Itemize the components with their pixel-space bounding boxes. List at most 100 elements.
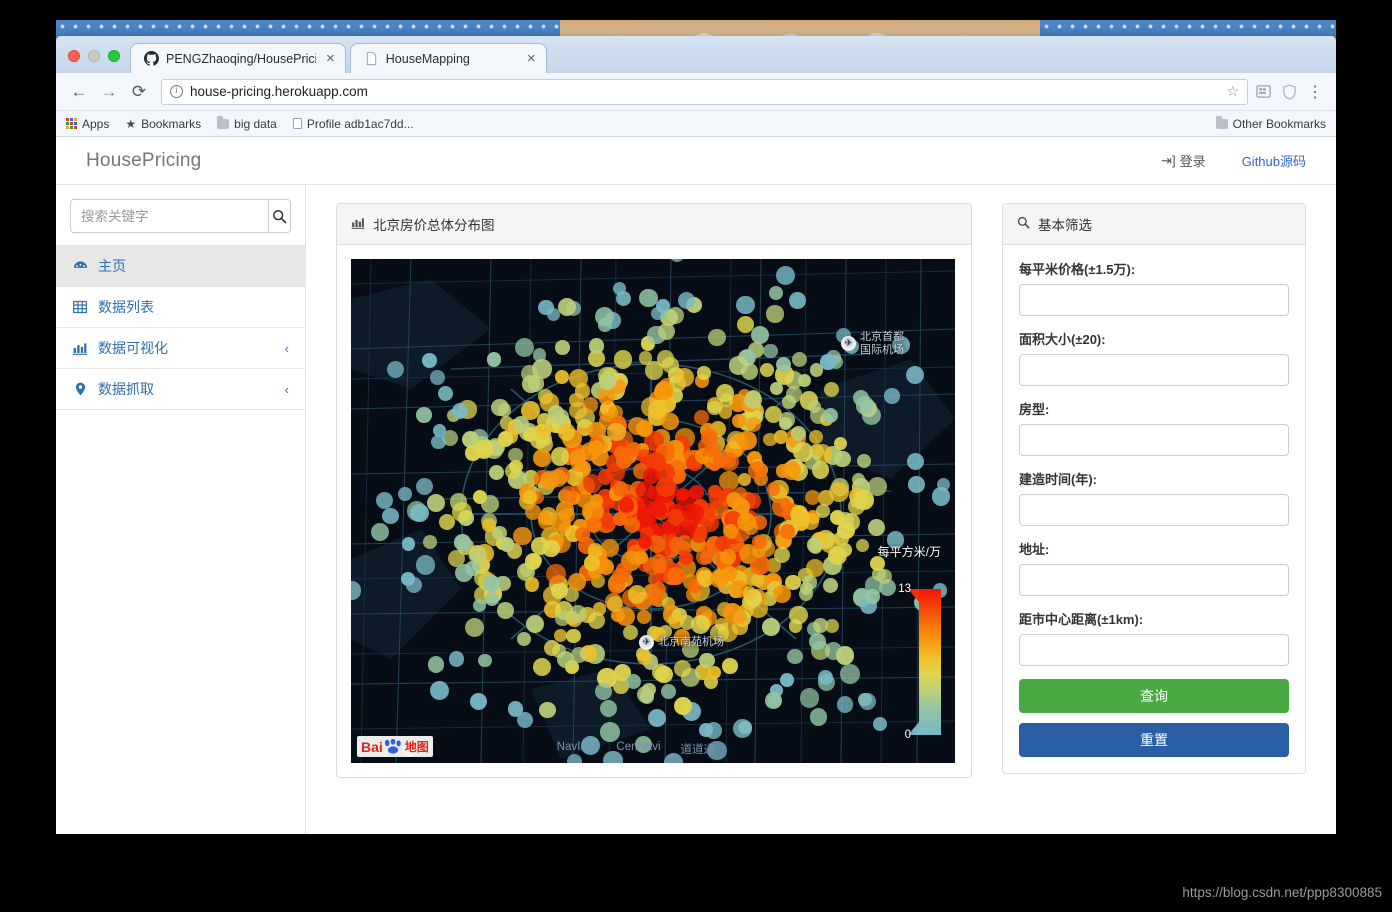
bookmark-profile[interactable]: Profile adb1ac7dd... — [292, 117, 414, 131]
filter-panel-header: 基本筛选 — [1003, 204, 1305, 245]
folder-icon — [1215, 116, 1228, 129]
maximize-window-button[interactable] — [108, 50, 120, 62]
apps-grid-icon — [66, 118, 77, 129]
map-label-nanyuan-airport-text: 北京南苑机场 — [658, 636, 724, 649]
bookmark-star-icon[interactable]: ☆ — [1226, 83, 1239, 100]
distance-to-center-input[interactable] — [1019, 634, 1289, 666]
field-price-per-sqm-label: 每平米价格(±1.5万): — [1019, 262, 1136, 277]
legend-title: 每平方米/万 — [877, 545, 941, 559]
field-distance-to-center-label: 距市中心距离(±1km): — [1019, 612, 1144, 627]
sign-in-icon: ⇥] — [1161, 152, 1176, 168]
bookmark-apps-label: Apps — [82, 116, 110, 131]
folder-icon — [217, 116, 230, 129]
site-brand[interactable]: HousePricing — [86, 150, 201, 172]
bookmark-apps[interactable]: Apps — [66, 117, 109, 131]
dashboard-icon — [72, 260, 88, 273]
sidebar-search — [56, 185, 305, 245]
browser-toolbar: ← → ⟳ i house-pricing.herokuapp.com ☆ ⋮ — [56, 73, 1336, 111]
address-bar[interactable]: i house-pricing.herokuapp.com ☆ — [161, 78, 1248, 105]
reset-button[interactable]: 重置 — [1019, 723, 1289, 757]
login-label: 登录 — [1179, 154, 1206, 169]
field-area-size-label: 面积大小(±20): — [1019, 332, 1106, 347]
baidu-logo-text: Bai — [361, 738, 383, 755]
browser-tab-1-title: PENGZhaoqing/HousePricing — [166, 51, 316, 66]
sidebar-item-visualization[interactable]: 数据可视化 ‹ — [56, 327, 305, 368]
star-icon: ★ — [125, 116, 137, 131]
baidu-map-logo[interactable]: Bai 地图 — [357, 736, 433, 757]
search-icon — [1017, 216, 1030, 232]
table-icon — [72, 300, 88, 314]
site-info-icon[interactable]: i — [170, 85, 183, 98]
bookmark-bookmarks[interactable]: ★ Bookmarks — [125, 117, 201, 131]
field-address: 地址: — [1019, 539, 1289, 596]
github-icon — [144, 51, 159, 66]
login-link[interactable]: ⇥] 登录 — [1161, 151, 1206, 170]
browser-window: PENGZhaoqing/HousePricing × HouseMapping… — [56, 36, 1336, 834]
reload-icon[interactable]: ⟳ — [126, 79, 152, 105]
map-label-capital-airport: ✈ 北京首都 国际机场 — [841, 331, 904, 356]
map-attribution: NavInfo CenNavi 道道通 — [557, 741, 955, 757]
field-house-type-label: 房型: — [1019, 402, 1050, 417]
browser-tab-2[interactable]: HouseMapping × — [349, 43, 547, 73]
filter-panel: 基本筛选 每平米价格(±1.5万): 面积大小(±20): 房型: 建造时间(年… — [1002, 203, 1306, 774]
apps-grid-icon[interactable] — [1252, 81, 1274, 103]
browser-tab-1-close-icon[interactable]: × — [326, 51, 335, 66]
price-per-sqm-input[interactable] — [1019, 284, 1289, 316]
minimize-window-button[interactable] — [88, 50, 100, 62]
page-watermark: https://blog.csdn.net/ppp8300885 — [1182, 885, 1382, 900]
sidebar-item-data-crawl-label: 数据抓取 — [98, 381, 154, 397]
page-body: 主页 数据列表 数据可视化 ‹ — [56, 185, 1336, 834]
close-window-button[interactable] — [68, 50, 80, 62]
legend-color-bar — [919, 589, 941, 735]
field-house-type: 房型: — [1019, 399, 1289, 456]
forward-icon[interactable]: → — [96, 79, 122, 105]
map-card: 北京房价总体分布图 ✈ 北京首都 国际机场 ✈ 北京南苑机场 每平方米/万 13… — [336, 203, 972, 778]
query-button[interactable]: 查询 — [1019, 679, 1289, 713]
map-label-capital-airport-text: 北京首都 国际机场 — [860, 331, 904, 356]
house-type-input[interactable] — [1019, 424, 1289, 456]
sidebar: 主页 数据列表 数据可视化 ‹ — [56, 185, 306, 834]
baidu-paw-icon — [384, 739, 401, 754]
map-attr-cennavi: CenNavi — [616, 741, 661, 753]
bookmark-other-label: Other Bookmarks — [1232, 116, 1326, 131]
field-price-per-sqm: 每平米价格(±1.5万): — [1019, 259, 1289, 316]
back-icon[interactable]: ← — [66, 79, 92, 105]
bar-chart-icon — [351, 217, 365, 232]
bookmarks-bar: Apps ★ Bookmarks big data Profile adb1ac… — [56, 111, 1336, 137]
shield-icon[interactable] — [1278, 81, 1300, 103]
address-bar-url: house-pricing.herokuapp.com — [190, 84, 368, 99]
filter-form: 每平米价格(±1.5万): 面积大小(±20): 房型: 建造时间(年): 地址… — [1003, 245, 1305, 773]
sidebar-item-data-list[interactable]: 数据列表 — [56, 286, 305, 327]
sidebar-item-data-list-label: 数据列表 — [98, 299, 154, 315]
sidebar-item-home-label: 主页 — [98, 258, 126, 274]
page-icon — [366, 51, 376, 66]
sidebar-divider — [56, 409, 305, 410]
bookmark-other-bookmarks[interactable]: Other Bookmarks — [1215, 116, 1326, 131]
baidu-map-label: 地图 — [404, 740, 429, 754]
bookmark-big-data[interactable]: big data — [217, 116, 277, 131]
map-attr-navinfo: NavInfo — [556, 741, 597, 753]
browser-menu-icon[interactable]: ⋮ — [1304, 81, 1326, 103]
legend-min-value: 0 — [904, 729, 911, 741]
price-distribution-map[interactable]: ✈ 北京首都 国际机场 ✈ 北京南苑机场 每平方米/万 13 0 Bai 地图 … — [351, 259, 955, 763]
map-label-nanyuan-airport: ✈ 北京南苑机场 — [639, 635, 724, 650]
field-address-label: 地址: — [1019, 542, 1050, 557]
map-card-title: 北京房价总体分布图 — [373, 218, 495, 233]
browser-tab-2-close-icon[interactable]: × — [527, 51, 536, 66]
browser-tab-1[interactable]: PENGZhaoqing/HousePricing × — [130, 43, 346, 73]
sidebar-item-visualization-label: 数据可视化 — [98, 340, 168, 356]
build-year-input[interactable] — [1019, 494, 1289, 526]
address-input[interactable] — [1019, 564, 1289, 596]
site-header: HousePricing ⇥] 登录 Github源码 — [56, 137, 1336, 185]
browser-tab-2-title: HouseMapping — [385, 51, 470, 66]
github-source-link[interactable]: Github源码 — [1242, 151, 1306, 170]
header-links: ⇥] 登录 Github源码 — [1161, 151, 1306, 170]
search-input[interactable] — [70, 199, 268, 233]
area-size-input[interactable] — [1019, 354, 1289, 386]
field-build-year-label: 建造时间(年): — [1019, 472, 1097, 487]
bookmark-bookmarks-label: Bookmarks — [141, 116, 202, 131]
sidebar-item-home[interactable]: 主页 — [56, 245, 305, 286]
search-button[interactable] — [268, 199, 291, 233]
bookmark-big-data-label: big data — [234, 116, 277, 131]
sidebar-item-data-crawl[interactable]: 数据抓取 ‹ — [56, 368, 305, 409]
